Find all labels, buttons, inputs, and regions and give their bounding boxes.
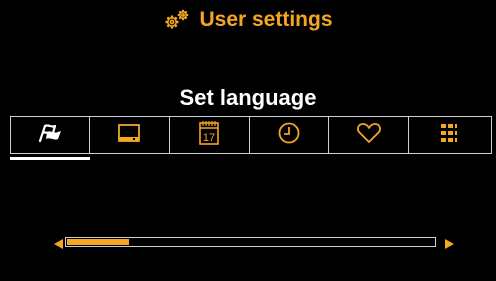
tab-favorites[interactable]: [329, 116, 410, 154]
display-icon: [117, 123, 141, 148]
calendar-icon: 17: [198, 120, 220, 151]
language-flags-icon: [37, 123, 63, 148]
grid-menu-icon: [439, 122, 461, 149]
tab-display[interactable]: [89, 116, 170, 154]
scrollbar-track[interactable]: [65, 237, 436, 247]
scroll-left-arrow-icon[interactable]: [54, 239, 63, 249]
selected-tab-indicator: [10, 157, 90, 160]
horizontal-scrollbar[interactable]: [54, 236, 454, 250]
scrollbar-thumb[interactable]: [67, 239, 129, 245]
page-title-row: User settings: [0, 6, 496, 34]
tab-language[interactable]: [10, 116, 90, 154]
settings-tab-bar: 17: [10, 116, 492, 154]
scroll-right-arrow-icon[interactable]: [445, 239, 454, 249]
tab-calendar[interactable]: 17: [169, 116, 250, 154]
tab-menu[interactable]: [409, 116, 492, 154]
clock-icon: [277, 121, 301, 150]
tab-clock[interactable]: [249, 116, 330, 154]
heart-icon: [356, 122, 382, 149]
gears-icon: [163, 8, 191, 32]
page-title: User settings: [199, 8, 333, 31]
calendar-day-number: 17: [203, 132, 215, 144]
section-subtitle: Set language: [179, 85, 317, 110]
